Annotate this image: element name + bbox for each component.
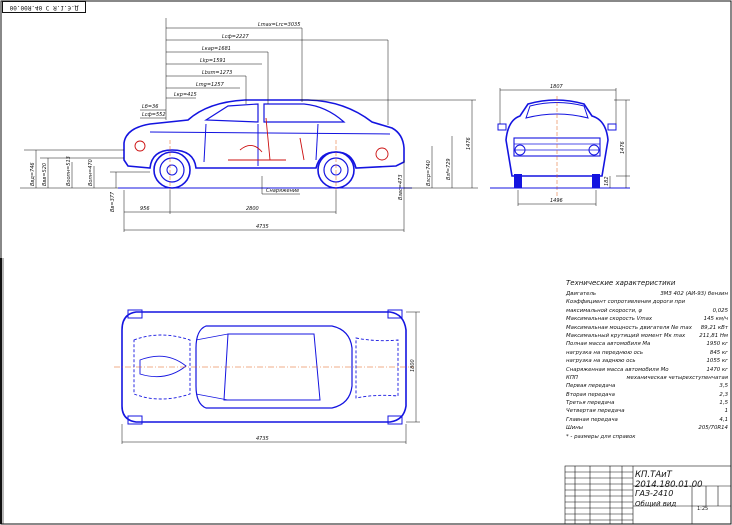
spec-value: 4,1 xyxy=(719,416,728,423)
dim-wheelbase: 2800 xyxy=(246,206,259,212)
spec-key: Максимальный крутящий момент Мк max xyxy=(566,332,686,339)
spec-key: Шины xyxy=(566,425,584,432)
title-block-code: КП.ТАиТ 2014.180.01.00 xyxy=(635,470,703,490)
sheet-frame xyxy=(0,0,732,525)
spec-row: Третья передача 1,5 xyxy=(566,399,732,407)
spec-value: 0,025 xyxy=(712,307,728,314)
spec-row: Четвертая передача 1 xyxy=(566,407,732,415)
spec-row: нагрузка на заднюю ось 1055 кг xyxy=(566,357,732,365)
dim-lmax: Lmax=Lrc=3035 xyxy=(258,22,300,28)
spec-row: КПП механическая четырехступенчатая xyxy=(566,374,732,382)
spec-key: Двигатель xyxy=(566,291,597,297)
spec-key: Главная передача xyxy=(566,416,618,423)
vdim-left-2: Bвв=520 xyxy=(42,163,48,186)
dim-front-overhang: 956 xyxy=(140,206,150,212)
spec-row: Вторая передача 2,3 xyxy=(566,391,732,399)
dim-lsf: Lсф=552 xyxy=(142,112,166,118)
title-block: КП.ТАиТ 2014.180.01.00 ГАЗ-2410 Общий ви… xyxy=(565,466,731,524)
spec-value: 145 км/ч xyxy=(703,316,728,323)
spec-value: 1 xyxy=(724,408,728,415)
spec-value: 3,5 xyxy=(719,383,728,390)
spec-value: 1950 кг xyxy=(706,341,728,348)
front-height: 1476 xyxy=(620,141,626,154)
spec-row: Полная масса автомобиля Ма 1950 кг xyxy=(566,340,732,348)
spec-note: * - размеры для справок xyxy=(566,433,636,440)
spec-key: нагрузка на переднюю ось xyxy=(566,349,644,356)
spec-key: Снаряженная масса автомобиля Мо xyxy=(566,366,669,373)
spec-row: Коэффициент сопротивления дороги при xyxy=(566,298,732,306)
front-clearance: 182 xyxy=(604,176,610,186)
spec-value: 1055 кг xyxy=(706,358,728,365)
dim-lkar: Lкар=1681 xyxy=(202,46,231,52)
vdim-height: 1476 xyxy=(466,137,472,150)
front-view: 1807 1476 182 1496 xyxy=(490,84,630,206)
dim-lb: Lб=36 xyxy=(142,104,158,110)
vdim-left-1: Bвд=746 xyxy=(30,162,36,186)
spec-row: нагрузка на переднюю ось 845 кг xyxy=(566,349,732,357)
spec-key: Максимальная скорость Vmax xyxy=(566,316,653,323)
spec-row: Главная передача 4,1 xyxy=(566,416,732,424)
dim-lmg: Lmg=1257 xyxy=(196,82,225,88)
top-body-outline xyxy=(121,311,407,423)
callout-equipment: Снаряжение xyxy=(266,188,299,194)
dim-length: 4735 xyxy=(256,224,269,230)
spec-row: Шины 205/70R14 xyxy=(566,424,732,432)
vdim-left-5: Bв=377 xyxy=(110,191,116,212)
spec-panel: Технические характеристики Двигатель ЗМЗ … xyxy=(566,279,732,441)
title-block-subtitle: Общий вид xyxy=(635,500,677,508)
spec-value: механическая четырехступенчатая xyxy=(626,374,728,381)
vdim-right-3: Bзf=729 xyxy=(446,158,452,180)
spec-key: максимальной скорости, ψ xyxy=(566,307,642,314)
spec-value: 2,3 xyxy=(719,391,728,398)
spec-key: Максимальная мощность двигателя Nе max xyxy=(566,324,692,331)
spec-header: Технические характеристики xyxy=(566,279,676,287)
spec-rows: Двигатель ЗМЗ 402 (АИ-93) бензин Коэффицие… xyxy=(566,290,732,433)
top-length: 4735 xyxy=(256,436,269,442)
spec-value: 211,81 Нм xyxy=(699,332,728,339)
spec-key: Четвертая передача xyxy=(566,408,625,415)
spec-value: 89,21 кВт xyxy=(700,324,728,331)
vdim-right-2: Bзср=740 xyxy=(426,160,432,186)
spec-value: 1470 кг xyxy=(706,366,728,373)
dim-lbsm: Lbsm=1273 xyxy=(202,70,232,76)
spec-key: Вторая передача xyxy=(566,391,615,398)
spec-key: Первая передача xyxy=(566,383,616,390)
title-block-name: ГАЗ-2410 xyxy=(635,489,674,498)
spec-row: Двигатель ЗМЗ 402 (АИ-93) бензин xyxy=(566,290,732,298)
title-block-scale: 1:25 xyxy=(697,506,709,512)
spec-value: 205/70R14 xyxy=(698,425,728,432)
dim-lkr2: Lкр=415 xyxy=(174,92,197,98)
vdim-right-1: Bзвс=473 xyxy=(398,174,404,200)
spec-row: Максимальная скорость Vmax 145 км/ч xyxy=(566,315,732,323)
dim-lkr: Lkр=1591 xyxy=(200,58,226,64)
spec-row: Снаряженная масса автомобиля Мо 1470 кг xyxy=(566,366,732,374)
side-view: Lmax=Lrc=3035 Lcф=2227 Lкар=1681 Lkр=159… xyxy=(20,18,478,232)
spec-key: Третья передача xyxy=(566,400,615,407)
top-view: 1800 4735 xyxy=(114,309,420,444)
top-width: 1800 xyxy=(410,359,416,372)
spec-row: максимальной скорости, ψ 0,025 xyxy=(566,307,732,315)
dim-lcf: Lcф=2227 xyxy=(222,34,250,40)
spec-row: Максимальный крутящий момент Мк max 211,8… xyxy=(566,332,732,340)
drawing-sheet: Lmax=Lrc=3035 Lcф=2227 Lкар=1681 Lkр=159… xyxy=(0,0,732,525)
drawing-code-stamp: 00.00Я.40 С Я.1.Э.Д xyxy=(2,1,86,13)
spec-key: нагрузка на заднюю ось xyxy=(566,358,636,365)
front-width: 1807 xyxy=(550,84,564,90)
spec-key: Коэффициент сопротивления дороги при xyxy=(566,299,685,306)
vdim-left-3: Bоопн=513 xyxy=(66,156,72,186)
vdim-left-4: Bопн=470 xyxy=(88,159,94,186)
front-wheel xyxy=(153,151,191,189)
spec-row: Первая передача 3,5 xyxy=(566,382,732,390)
spec-value: 845 кг xyxy=(709,349,728,356)
spec-key: КПП xyxy=(566,374,578,381)
spec-key: Полная масса автомобиля Ма xyxy=(566,341,651,348)
spec-value: ЗМЗ 402 (АИ-93) бензин xyxy=(660,291,728,297)
spec-value: 1,5 xyxy=(719,400,728,407)
front-track: 1496 xyxy=(550,198,563,204)
spec-row: Максимальная мощность двигателя Nе max 89… xyxy=(566,324,732,332)
